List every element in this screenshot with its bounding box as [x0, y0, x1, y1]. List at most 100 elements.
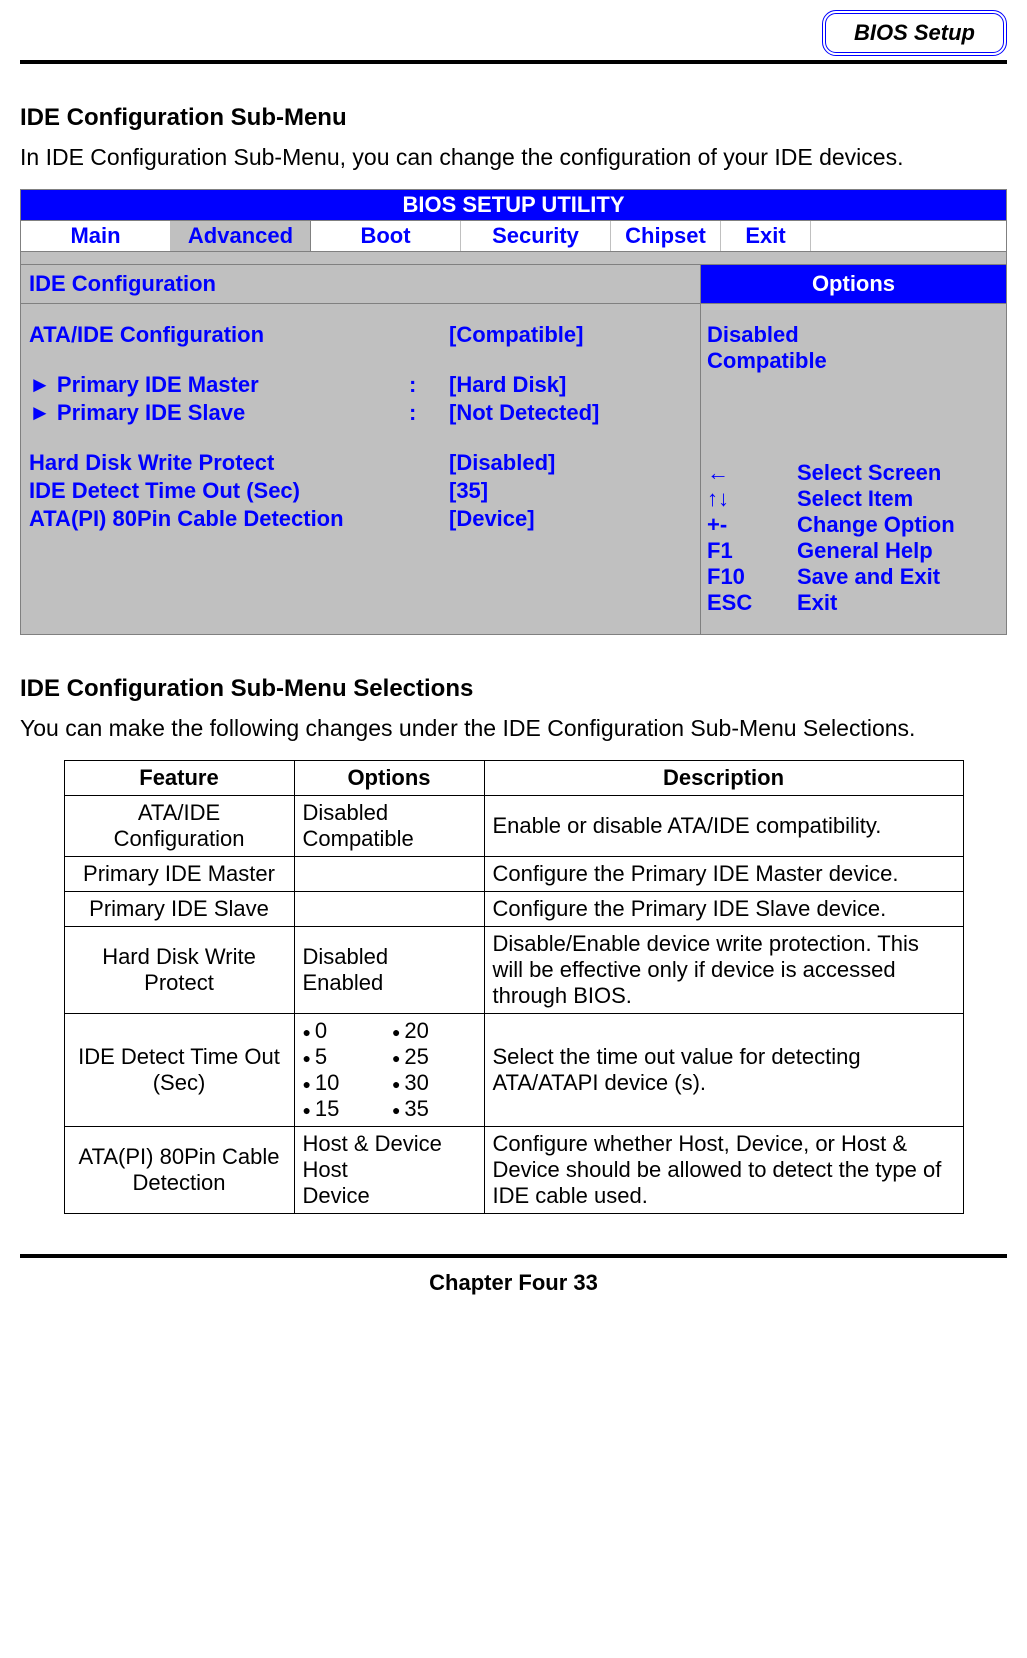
- bios-box: BIOS SETUP UTILITY Main Advanced Boot Se…: [20, 189, 1007, 635]
- pim-label-text: Primary IDE Master: [57, 372, 259, 397]
- row-primary-ide-slave[interactable]: ► Primary IDE Slave : [Not Detected]: [29, 400, 692, 426]
- section1-title: IDE Configuration Sub-Menu: [20, 104, 1007, 132]
- ideto-sep: [409, 478, 449, 504]
- selections-table: Feature Options Description ATA/IDE Conf…: [64, 760, 964, 1214]
- opt: Device: [303, 1183, 476, 1209]
- help-key-left-icon: ←: [707, 460, 797, 486]
- option-compatible[interactable]: Compatible: [707, 348, 1000, 374]
- th-feature: Feature: [64, 761, 294, 796]
- opt: 5: [303, 1044, 387, 1070]
- cell-options: Host & Device Host Device: [294, 1127, 484, 1214]
- row-primary-ide-master[interactable]: ► Primary IDE Master : [Hard Disk]: [29, 372, 692, 398]
- tab-boot[interactable]: Boot: [311, 221, 461, 251]
- spacer: [29, 350, 692, 372]
- tab-spacer: [811, 221, 1006, 251]
- pis-label-text: Primary IDE Slave: [57, 400, 245, 425]
- help-key-plusminus: +-: [707, 512, 797, 538]
- spacer: [29, 428, 692, 450]
- help-desc: Exit: [797, 590, 1000, 616]
- hdwp-sep: [409, 450, 449, 476]
- bios-left-panel: ATA/IDE Configuration [Compatible] ► Pri…: [21, 304, 701, 634]
- help-desc: General Help: [797, 538, 1000, 564]
- gray-strip: [21, 251, 1006, 265]
- table-header-row: Feature Options Description: [64, 761, 963, 796]
- help-row: ESC Exit: [707, 590, 1000, 616]
- section2-title: IDE Configuration Sub-Menu Selections: [20, 675, 1007, 703]
- pim-label: ► Primary IDE Master: [29, 372, 409, 398]
- help-row: ← Select Screen: [707, 460, 1000, 486]
- cell-options: [294, 892, 484, 927]
- bios-tabs: Main Advanced Boot Security Chipset Exit: [21, 221, 1006, 251]
- bios-body: ATA/IDE Configuration [Compatible] ► Pri…: [21, 303, 1006, 634]
- help-table: ← Select Screen ↑↓ Select Item +- Change…: [707, 460, 1000, 616]
- tab-exit[interactable]: Exit: [721, 221, 811, 251]
- help-row: ↑↓ Select Item: [707, 486, 1000, 512]
- help-row: +- Change Option: [707, 512, 1000, 538]
- cell-desc: Disable/Enable device write protection. …: [484, 927, 963, 1014]
- bios-right-panel: Disabled Compatible ← Select Screen ↑↓ S…: [701, 304, 1006, 634]
- row-ata[interactable]: ATA/IDE Configuration [Compatible]: [29, 322, 692, 348]
- section2-intro: You can make the following changes under…: [20, 715, 1007, 742]
- cell-feature: ATA/IDE Configuration: [64, 796, 294, 857]
- th-description: Description: [484, 761, 963, 796]
- page: BIOS Setup IDE Configuration Sub-Menu In…: [0, 0, 1027, 1346]
- opt: 30: [392, 1070, 476, 1096]
- section1-intro: In IDE Configuration Sub-Menu, you can c…: [20, 144, 1007, 171]
- header-bar: BIOS Setup: [20, 10, 1007, 56]
- tab-chipset[interactable]: Chipset: [611, 221, 721, 251]
- table-row: ATA/IDE Configuration Disabled Compatibl…: [64, 796, 963, 857]
- pim-sep: :: [409, 372, 449, 398]
- help-key-updown-icon: ↑↓: [707, 486, 797, 512]
- bios-headrow: IDE Configuration Options: [21, 265, 1006, 303]
- ata-val: [Compatible]: [449, 322, 583, 348]
- cell-desc: Configure whether Host, Device, or Host …: [484, 1127, 963, 1214]
- tab-security[interactable]: Security: [461, 221, 611, 251]
- atapi-sep: [409, 506, 449, 532]
- pim-arrow-icon: ►: [29, 372, 51, 397]
- atapi-label: ATA(PI) 80Pin Cable Detection: [29, 506, 409, 532]
- cell-desc: Enable or disable ATA/IDE compatibility.: [484, 796, 963, 857]
- help-key-esc: ESC: [707, 590, 797, 616]
- cell-options: 0 20 5 25 10 30 15 35: [294, 1014, 484, 1127]
- table-row: Primary IDE Master Configure the Primary…: [64, 857, 963, 892]
- table-row: ATA(PI) 80Pin Cable Detection Host & Dev…: [64, 1127, 963, 1214]
- cell-feature: Hard Disk Write Protect: [64, 927, 294, 1014]
- help-desc: Change Option: [797, 512, 1000, 538]
- option-disabled[interactable]: Disabled: [707, 322, 1000, 348]
- ideto-val: [35]: [449, 478, 488, 504]
- hdwp-label: Hard Disk Write Protect: [29, 450, 409, 476]
- help-row: F10 Save and Exit: [707, 564, 1000, 590]
- row-ideto[interactable]: IDE Detect Time Out (Sec) [35]: [29, 478, 692, 504]
- opt: Host & Device: [303, 1131, 476, 1157]
- table-row: IDE Detect Time Out (Sec) 0 20 5 25 10 3…: [64, 1014, 963, 1127]
- ata-sep: [409, 322, 449, 348]
- cell-feature: Primary IDE Master: [64, 857, 294, 892]
- pis-arrow-icon: ►: [29, 400, 51, 425]
- table-row: Hard Disk Write Protect Disabled Enabled…: [64, 927, 963, 1014]
- bottom-rule: [20, 1254, 1007, 1258]
- help-desc: Select Item: [797, 486, 1000, 512]
- cell-options: Disabled Enabled: [294, 927, 484, 1014]
- cell-feature: ATA(PI) 80Pin Cable Detection: [64, 1127, 294, 1214]
- ideto-label: IDE Detect Time Out (Sec): [29, 478, 409, 504]
- pis-val: [Not Detected]: [449, 400, 599, 426]
- opt: 25: [392, 1044, 476, 1070]
- tab-advanced[interactable]: Advanced: [171, 221, 311, 251]
- row-hdwp[interactable]: Hard Disk Write Protect [Disabled]: [29, 450, 692, 476]
- help-desc: Save and Exit: [797, 564, 1000, 590]
- cell-desc: Configure the Primary IDE Master device.: [484, 857, 963, 892]
- opt: Enabled: [303, 970, 476, 996]
- cell-options: [294, 857, 484, 892]
- pis-label: ► Primary IDE Slave: [29, 400, 409, 426]
- opt: 35: [392, 1096, 476, 1122]
- help-desc: Select Screen: [797, 460, 1000, 486]
- panel-right-title: Options: [701, 265, 1006, 303]
- cell-desc: Select the time out value for detecting …: [484, 1014, 963, 1127]
- options-list: Disabled Compatible: [707, 322, 1000, 374]
- opt: 15: [303, 1096, 387, 1122]
- cell-options: Disabled Compatible: [294, 796, 484, 857]
- tab-main[interactable]: Main: [21, 221, 171, 251]
- ata-label: ATA/IDE Configuration: [29, 322, 409, 348]
- opt: Disabled: [303, 800, 476, 826]
- row-atapi[interactable]: ATA(PI) 80Pin Cable Detection [Device]: [29, 506, 692, 532]
